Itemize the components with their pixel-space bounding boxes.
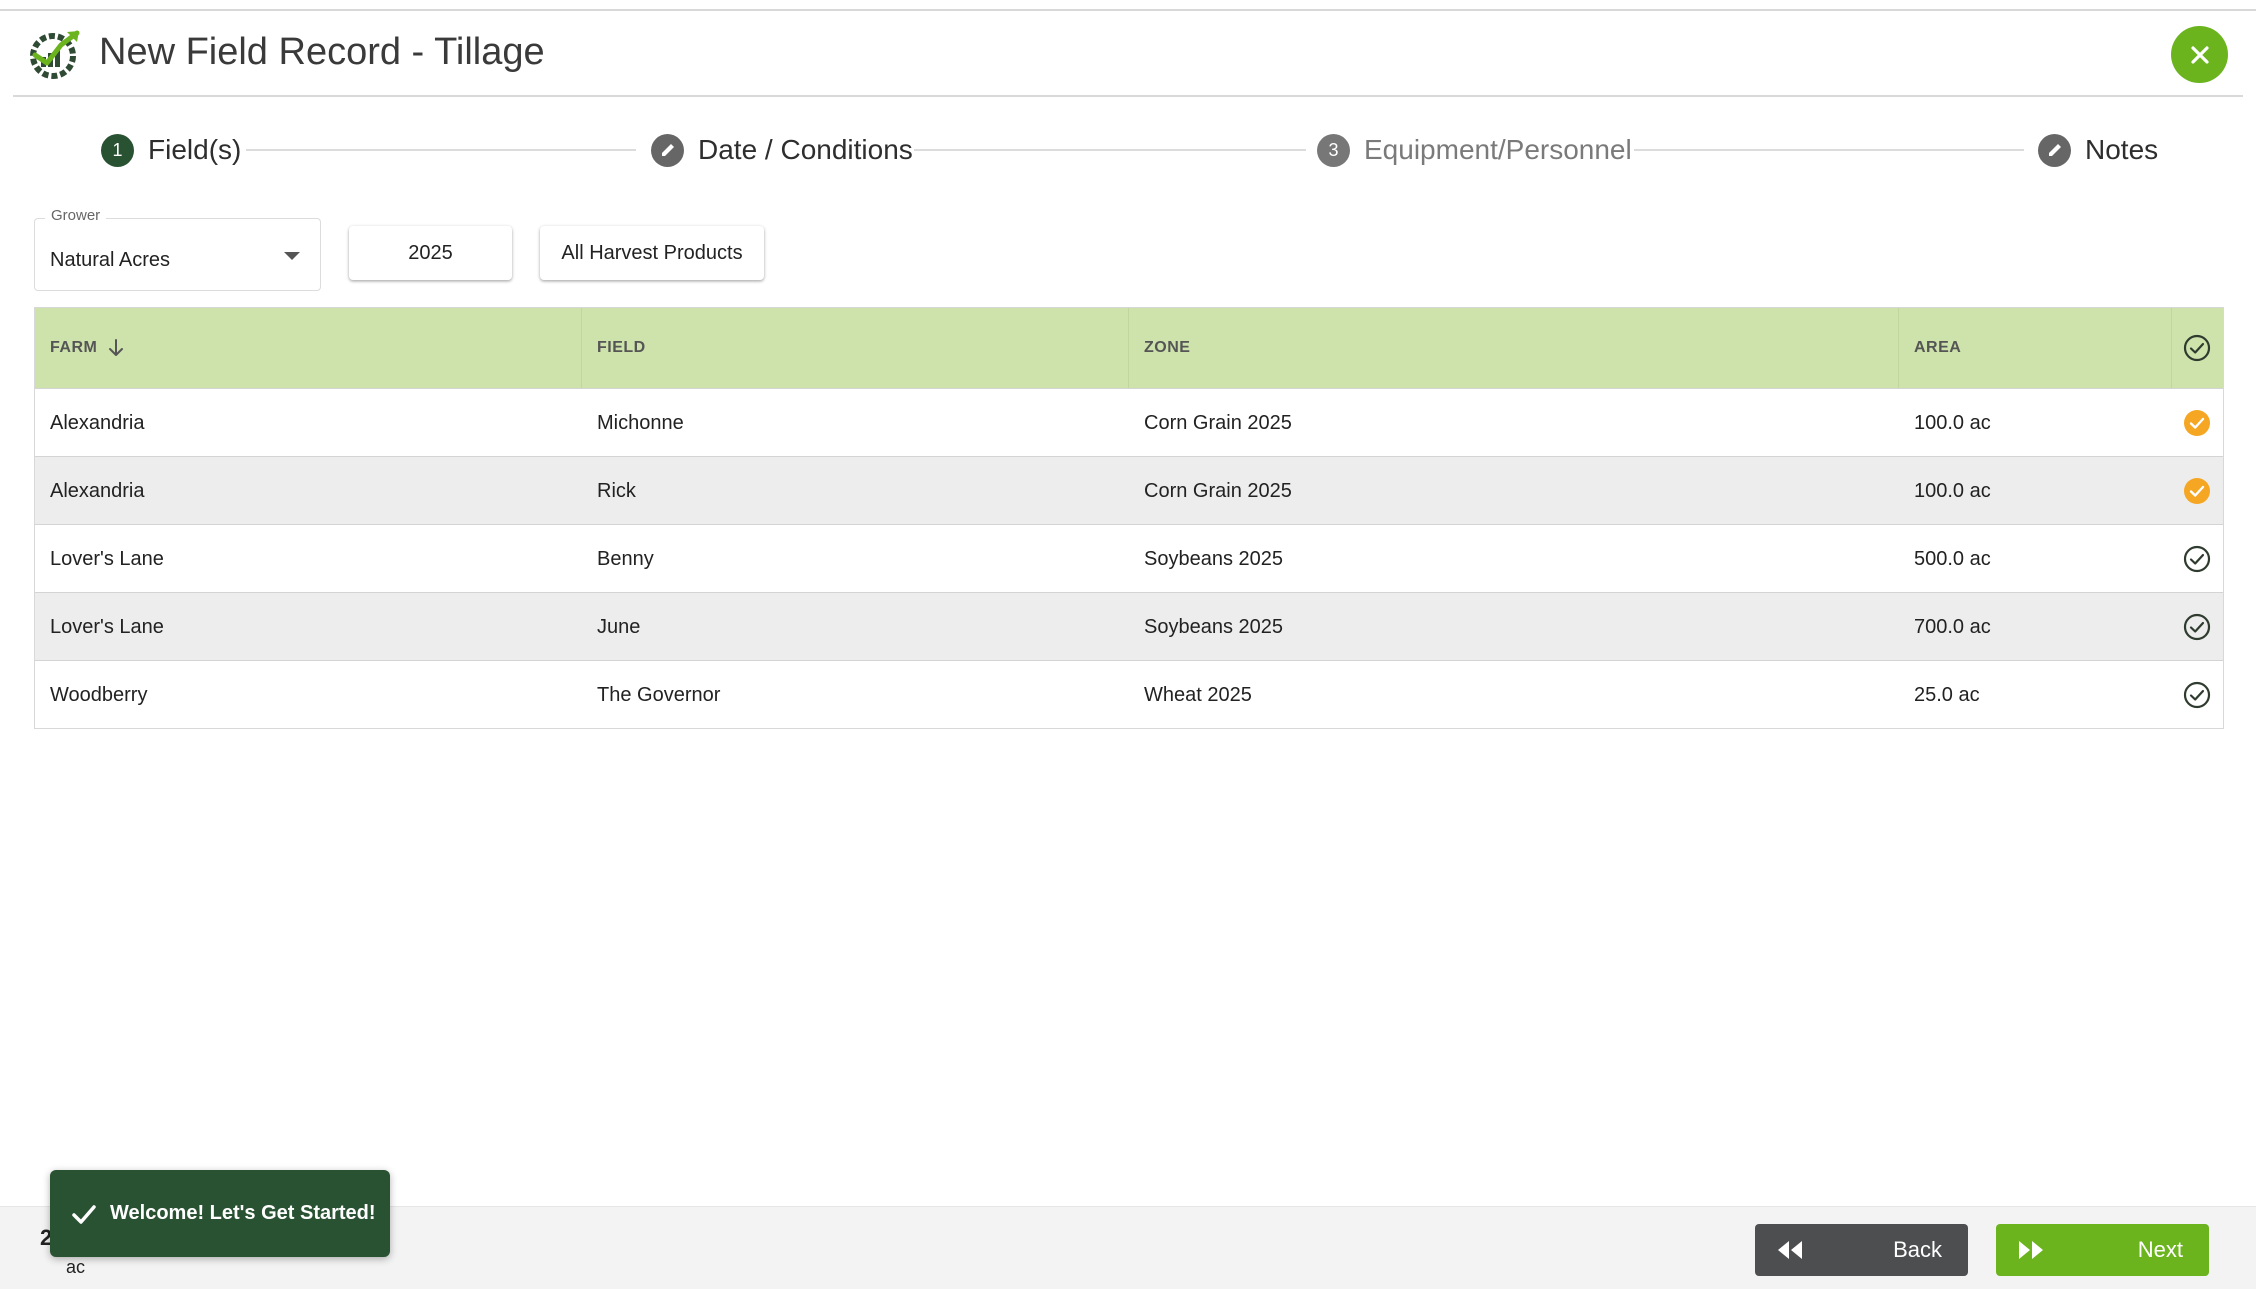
step-connector <box>246 149 636 151</box>
cell-area: 100.0 ac <box>1914 411 1991 434</box>
back-button[interactable]: Back <box>1755 1224 1968 1276</box>
step-label: Notes <box>2085 134 2159 165</box>
check-circle-outline-icon <box>2183 334 2211 362</box>
column-header-farm[interactable]: FARM <box>35 308 582 388</box>
step-number-badge: 3 <box>1317 133 1350 167</box>
row-select-toggle[interactable] <box>2172 593 2222 661</box>
cell-field: Benny <box>597 547 654 570</box>
table-row[interactable]: Alexandria Michonne Corn Grain 2025 100.… <box>35 388 2223 456</box>
step-equipment-personnel[interactable]: 3 Equipment/Personnel <box>1317 130 1632 170</box>
cell-zone: Soybeans 2025 <box>1144 615 1284 638</box>
step-label: Field(s) <box>148 134 242 165</box>
step-connector <box>1634 149 2024 151</box>
grower-select[interactable]: Grower Natural Acres <box>34 207 321 291</box>
step-number-badge: 1 <box>101 133 134 167</box>
cell-field: June <box>597 615 641 638</box>
cell-farm: Alexandria <box>50 479 145 502</box>
cell-field: The Governor <box>597 683 721 706</box>
grower-value: Natural Acres <box>50 249 171 271</box>
arrow-down-icon <box>109 339 124 356</box>
close-button[interactable] <box>2171 26 2228 83</box>
cell-zone: Corn Grain 2025 <box>1144 411 1292 434</box>
check-circle-filled-icon <box>2184 478 2210 504</box>
next-button[interactable]: Next <box>1996 1224 2209 1276</box>
check-circle-outline-icon <box>2183 613 2211 641</box>
table-header: FARM FIELD ZONE AREA <box>35 308 2223 388</box>
table-row[interactable]: Lover's Lane June Soybeans 2025 700.0 ac <box>35 592 2223 660</box>
column-header-field[interactable]: FIELD <box>582 308 1129 388</box>
grower-label: Grower <box>45 207 107 224</box>
check-circle-filled-icon <box>2184 410 2210 436</box>
step-notes[interactable]: Notes <box>2038 130 2158 170</box>
cell-farm: Lover's Lane <box>50 615 164 638</box>
growth-chart-logo-icon <box>30 30 80 79</box>
toast-message: Welcome! Let's Get Started! <box>110 1202 376 1224</box>
cell-area: 100.0 ac <box>1914 479 1991 502</box>
cell-zone: Wheat 2025 <box>1144 683 1252 706</box>
cell-area: 500.0 ac <box>1914 547 1991 570</box>
pencil-icon <box>2038 133 2071 167</box>
cell-farm: Woodberry <box>50 683 148 706</box>
fields-table: FARM FIELD ZONE AREA Alexandria Michonne… <box>34 307 2224 729</box>
table-row[interactable]: Woodberry The Governor Wheat 2025 25.0 a… <box>35 660 2223 728</box>
page-title: New Field Record - Tillage <box>99 31 545 73</box>
back-label: Back <box>1893 1237 1942 1262</box>
pencil-icon <box>651 133 684 167</box>
total-area-unit: ac <box>66 1257 86 1277</box>
year-button[interactable]: 2025 <box>349 226 512 280</box>
top-border <box>0 0 2256 11</box>
checkmark-icon <box>72 1205 96 1224</box>
row-select-toggle[interactable] <box>2172 457 2222 525</box>
cell-area: 700.0 ac <box>1914 615 1991 638</box>
cell-field: Michonne <box>597 411 684 434</box>
harvest-products-button[interactable]: All Harvest Products <box>540 226 764 280</box>
cell-field: Rick <box>597 479 636 502</box>
row-select-toggle[interactable] <box>2172 389 2222 457</box>
cell-farm: Lover's Lane <box>50 547 164 570</box>
next-label: Next <box>2137 1237 2183 1262</box>
table-row[interactable]: Alexandria Rick Corn Grain 2025 100.0 ac <box>35 456 2223 524</box>
select-all-toggle[interactable] <box>2172 308 2222 388</box>
dialog-header: New Field Record - Tillage <box>13 11 2243 97</box>
check-circle-outline-icon <box>2183 681 2211 709</box>
step-connector <box>914 149 1306 151</box>
check-circle-outline-icon <box>2183 545 2211 573</box>
rewind-icon <box>1778 1241 1802 1259</box>
column-header-area[interactable]: AREA <box>1899 308 2172 388</box>
close-icon <box>2190 45 2209 64</box>
table-row[interactable]: Lover's Lane Benny Soybeans 2025 500.0 a… <box>35 524 2223 592</box>
cell-zone: Soybeans 2025 <box>1144 547 1284 570</box>
step-fields[interactable]: 1 Field(s) <box>101 130 241 170</box>
cell-zone: Corn Grain 2025 <box>1144 479 1292 502</box>
cell-farm: Alexandria <box>50 411 145 434</box>
step-date-conditions[interactable]: Date / Conditions <box>651 130 913 170</box>
wizard-stepper: 1 Field(s) Date / Conditions 3 Equipment… <box>0 130 2256 170</box>
row-select-toggle[interactable] <box>2172 525 2222 593</box>
step-label: Date / Conditions <box>698 134 913 165</box>
cell-area: 25.0 ac <box>1914 683 1980 706</box>
chevron-down-icon <box>284 252 300 260</box>
welcome-toast: Welcome! Let's Get Started! <box>50 1170 390 1257</box>
column-header-zone[interactable]: ZONE <box>1129 308 1899 388</box>
row-select-toggle[interactable] <box>2172 661 2222 729</box>
fast-forward-icon <box>2019 1241 2043 1259</box>
step-label: Equipment/Personnel <box>1364 134 1632 165</box>
